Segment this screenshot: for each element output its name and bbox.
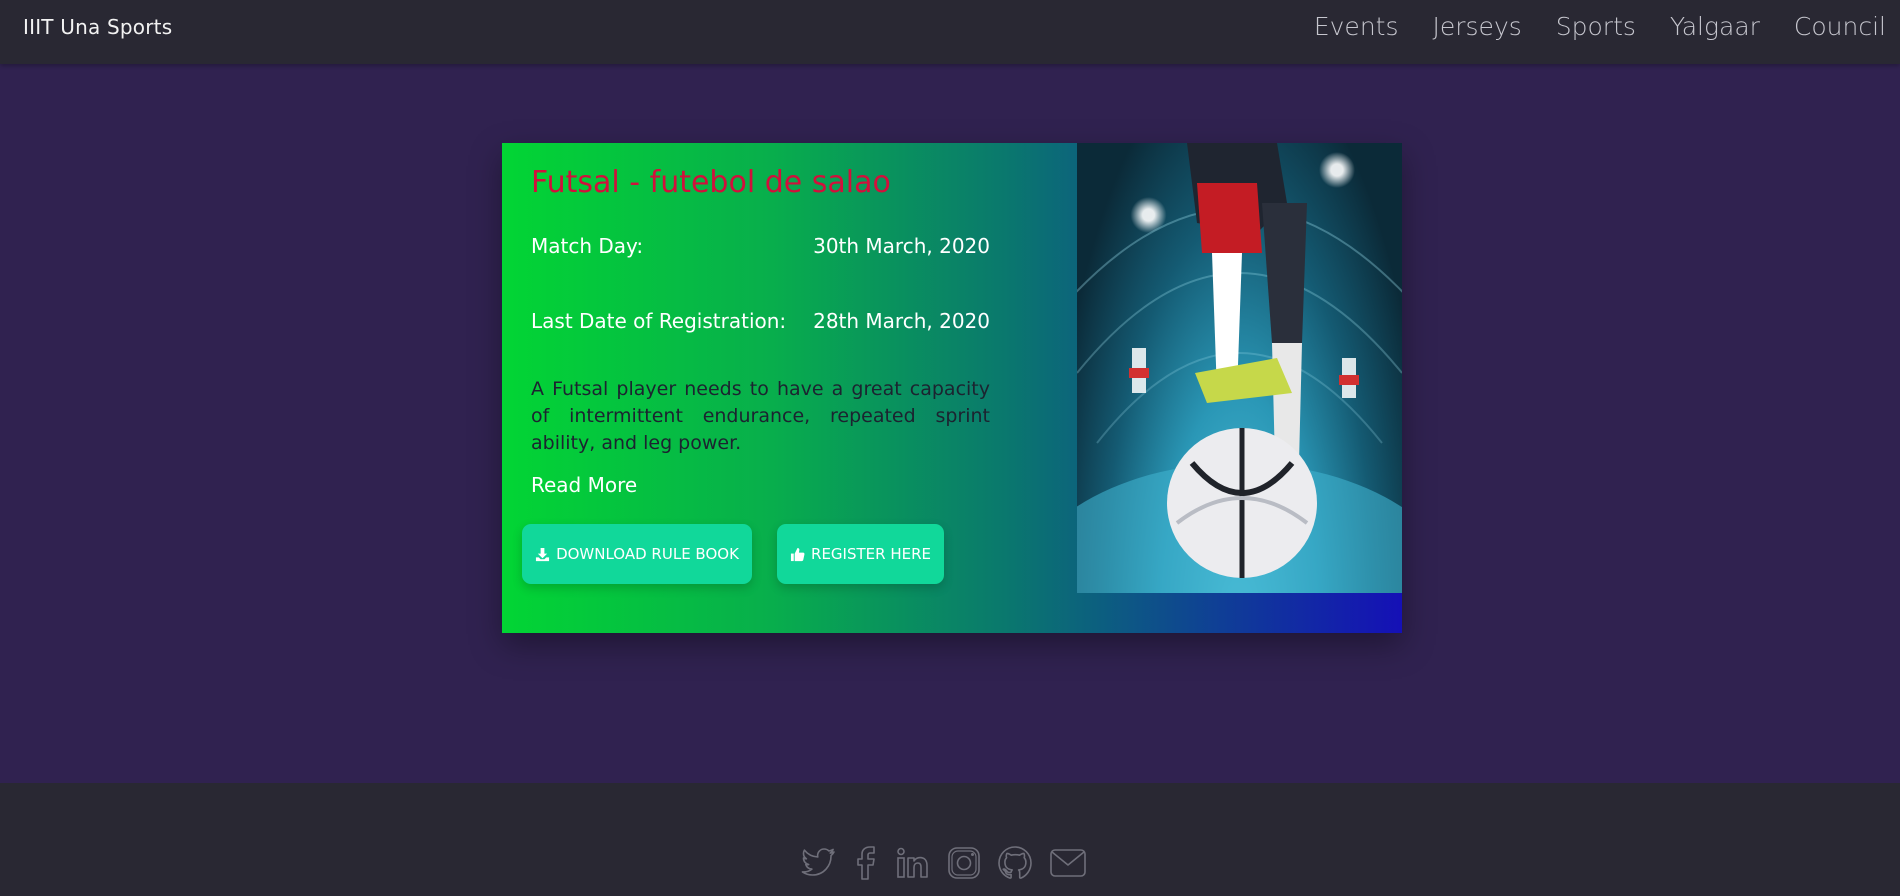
nav-link-yalgaar[interactable]: Yalgaar [1670,12,1760,41]
registration-value: 28th March, 2020 [813,309,990,333]
mail-icon[interactable] [1049,848,1087,878]
linkedin-icon[interactable] [895,846,931,880]
github-icon[interactable] [997,845,1033,881]
nav-link-jerseys[interactable]: Jerseys [1433,12,1522,41]
navbar: IIIT Una Sports Events Jerseys Sports Ya… [0,0,1900,64]
nav-link-sports[interactable]: Sports [1556,12,1636,41]
read-more-link[interactable]: Read More [531,473,637,497]
download-rule-book-button[interactable]: DOWNLOAD RULE BOOK [522,524,752,584]
match-day-value: 30th March, 2020 [813,234,990,258]
match-day-row: Match Day: 30th March, 2020 [531,234,990,258]
nav-link-council[interactable]: Council [1794,12,1886,41]
event-photo [1077,143,1402,593]
register-here-button[interactable]: REGISTER HERE [777,524,944,584]
footer [0,783,1900,896]
thumbs-up-icon [790,547,805,562]
social-links [801,845,1087,881]
nav-link-events[interactable]: Events [1314,12,1399,41]
register-here-label: REGISTER HERE [811,545,931,563]
twitter-icon[interactable] [801,846,837,880]
event-title: Futsal - futebol de salao [531,165,891,200]
facebook-icon[interactable] [853,845,879,881]
registration-row: Last Date of Registration: 28th March, 2… [531,309,990,333]
event-description: A Futsal player needs to have a great ca… [531,378,990,454]
registration-label: Last Date of Registration: [531,309,787,333]
brand-title[interactable]: IIIT Una Sports [23,15,172,39]
match-day-label: Match Day: [531,234,644,258]
instagram-icon[interactable] [947,846,981,880]
download-icon [535,547,550,562]
download-rule-book-label: DOWNLOAD RULE BOOK [556,545,739,563]
event-card: Futsal - futebol de salao Match Day: 30t… [502,143,1402,633]
nav-links: Events Jerseys Sports Yalgaar Council [1314,12,1886,41]
